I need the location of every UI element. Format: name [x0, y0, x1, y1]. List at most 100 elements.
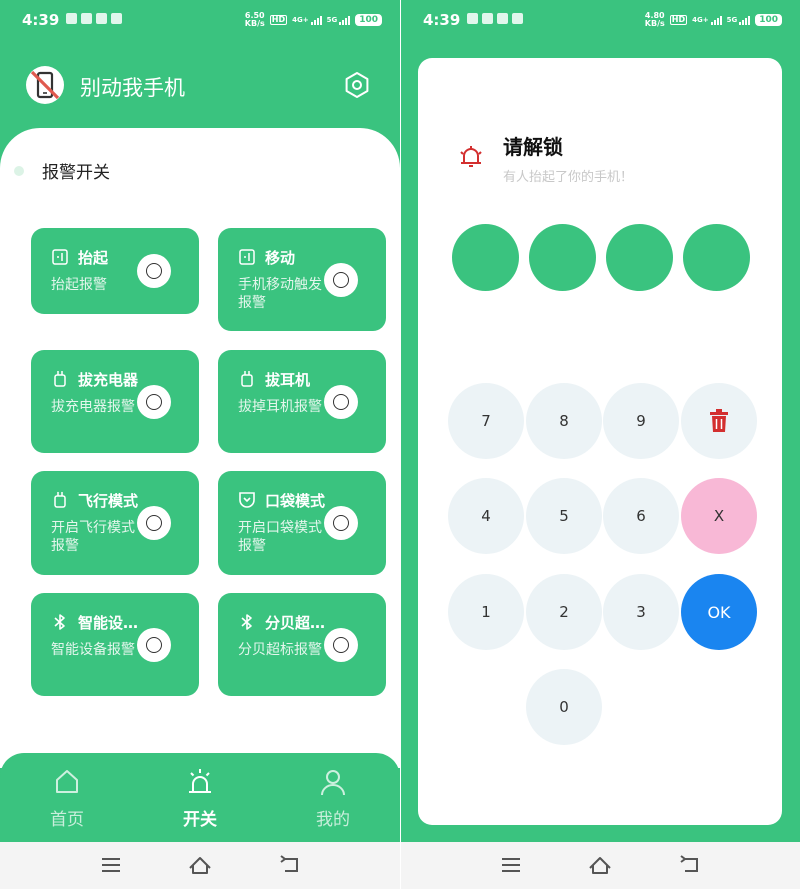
menu-icon[interactable]	[499, 853, 523, 877]
card-title: 拔耳机	[265, 371, 311, 389]
status-time: 4:39	[423, 11, 461, 29]
card-desc: 拔掉耳机报警	[238, 399, 322, 415]
notification-icon	[512, 13, 523, 24]
user-icon	[321, 770, 345, 796]
charger-radio-toggle[interactable]	[137, 385, 171, 419]
status-time: 4:39	[22, 11, 60, 29]
key-5[interactable]: 5	[526, 478, 602, 554]
card-headphone[interactable]: 拔耳机 拔掉耳机报警	[218, 350, 386, 453]
bluetooth-icon	[54, 614, 65, 630]
card-desc: 拔充电器报警	[51, 399, 135, 415]
card-pocket[interactable]: 口袋模式 开启口袋模式报警	[218, 471, 386, 575]
nav-item-mine[interactable]: 我的	[293, 767, 373, 830]
card-decibel[interactable]: 分贝超… 分贝超标报警	[218, 593, 386, 696]
home-icon	[56, 770, 78, 793]
app-title: 别动我手机	[80, 76, 185, 100]
pin-dot	[683, 224, 750, 291]
key-0[interactable]: 0	[526, 669, 602, 745]
card-smart-device[interactable]: 智能设… 智能设备报警	[31, 593, 199, 696]
unlock-subtitle: 有人抬起了你的手机！	[503, 170, 634, 185]
card-title: 智能设…	[78, 614, 139, 632]
nav-item-home[interactable]: 首页	[27, 767, 107, 830]
unlock-card: 请解锁 有人抬起了你的手机！ 7 8 9 4 5 6 X 1 2 3 OK 0	[418, 58, 782, 825]
signal-5g-icon: 5G	[327, 15, 351, 25]
card-title: 移动	[265, 249, 296, 267]
nav-label: 首页	[50, 810, 84, 830]
card-title: 飞行模式	[78, 492, 139, 510]
status-bar: 4:39 4.80 KB/s HD 4G+ 5G 100	[401, 0, 800, 40]
key-3[interactable]: 3	[603, 574, 679, 650]
home-nav-icon[interactable]	[588, 853, 612, 877]
card-desc: 智能设备报警	[51, 642, 135, 658]
notification-icon	[467, 13, 478, 24]
bottom-nav: 首页 开关 我的	[0, 753, 400, 842]
key-4[interactable]: 4	[448, 478, 524, 554]
phone-move-icon	[239, 249, 255, 265]
status-bar: 4:39 6.50 KB/s HD 4G+ 5G 100	[0, 0, 400, 40]
smart-device-radio-toggle[interactable]	[137, 628, 171, 662]
key-2[interactable]: 2	[526, 574, 602, 650]
charger-icon	[241, 371, 253, 387]
system-nav-bar	[0, 842, 400, 889]
nav-item-switch[interactable]: 开关	[160, 767, 240, 830]
key-7[interactable]: 7	[448, 383, 524, 459]
unlock-title: 请解锁	[503, 135, 563, 159]
notification-icons	[66, 13, 122, 24]
system-nav-bar	[401, 842, 800, 889]
unlock-screen: 4:39 4.80 KB/s HD 4G+ 5G 100 请解锁 有人抬起了你的…	[401, 0, 800, 889]
card-move[interactable]: 移动 手机移动触发报警	[218, 228, 386, 331]
key-9[interactable]: 9	[603, 383, 679, 459]
lift-radio-toggle[interactable]	[137, 254, 171, 288]
trash-icon	[710, 409, 728, 432]
card-desc: 抬起报警	[51, 277, 107, 293]
alarm-switch-screen: 4:39 6.50 KB/s HD 4G+ 5G 100 别动我手机 报警开关 …	[0, 0, 400, 889]
signal-4g-icon: 4G+	[292, 15, 322, 25]
clear-button[interactable]: X	[681, 478, 757, 554]
key-6[interactable]: 6	[603, 478, 679, 554]
headphone-radio-toggle[interactable]	[324, 385, 358, 419]
gear-icon[interactable]	[342, 70, 372, 100]
card-title: 拔充电器	[78, 371, 139, 389]
decibel-radio-toggle[interactable]	[324, 628, 358, 662]
notification-icons	[467, 13, 523, 24]
hd-badge: HD	[269, 15, 288, 25]
back-icon[interactable]	[277, 853, 301, 877]
alarm-icon	[189, 769, 211, 793]
card-airplane[interactable]: 飞行模式 开启飞行模式报警	[31, 471, 199, 575]
network-speed: 4.80 KB/s	[644, 11, 665, 28]
app-header: 别动我手机	[26, 62, 372, 108]
pocket-radio-toggle[interactable]	[324, 506, 358, 540]
switch-sheet: 报警开关 抬起 抬起报警 移动 手机移动触发报警 拔充电器 拔充电器报警 拔耳机…	[0, 128, 400, 768]
ok-button[interactable]: OK	[681, 574, 757, 650]
alarm-status-dot	[14, 165, 24, 176]
airplane-radio-toggle[interactable]	[137, 506, 171, 540]
menu-icon[interactable]	[99, 853, 123, 877]
nav-label: 开关	[183, 810, 217, 830]
back-icon[interactable]	[677, 853, 701, 877]
home-nav-icon[interactable]	[188, 853, 212, 877]
move-radio-toggle[interactable]	[324, 263, 358, 297]
signal-5g-icon: 5G	[727, 15, 751, 25]
alarm-switch-label: 报警开关	[42, 163, 110, 183]
status-indicators: 6.50 KB/s HD 4G+ 5G 100	[245, 12, 382, 28]
key-8[interactable]: 8	[526, 383, 602, 459]
battery-icon: 100	[355, 14, 382, 26]
signal-4g-icon: 4G+	[692, 15, 722, 25]
bell-icon	[460, 146, 482, 167]
key-1[interactable]: 1	[448, 574, 524, 650]
delete-button[interactable]	[681, 383, 757, 459]
card-title: 分贝超…	[265, 614, 326, 632]
phone-lift-icon	[52, 249, 68, 265]
phone-crossed-icon	[26, 66, 64, 104]
card-lift[interactable]: 抬起 抬起报警	[31, 228, 199, 314]
status-indicators: 4.80 KB/s HD 4G+ 5G 100	[645, 12, 782, 28]
charger-icon	[54, 371, 66, 387]
battery-icon: 100	[755, 14, 782, 26]
notification-icon	[66, 13, 77, 24]
charger-icon	[54, 492, 66, 508]
card-title: 抬起	[78, 249, 109, 267]
nav-label: 我的	[316, 810, 350, 830]
notification-icon	[96, 13, 107, 24]
card-charger[interactable]: 拔充电器 拔充电器报警	[31, 350, 199, 453]
pocket-icon	[239, 492, 255, 508]
